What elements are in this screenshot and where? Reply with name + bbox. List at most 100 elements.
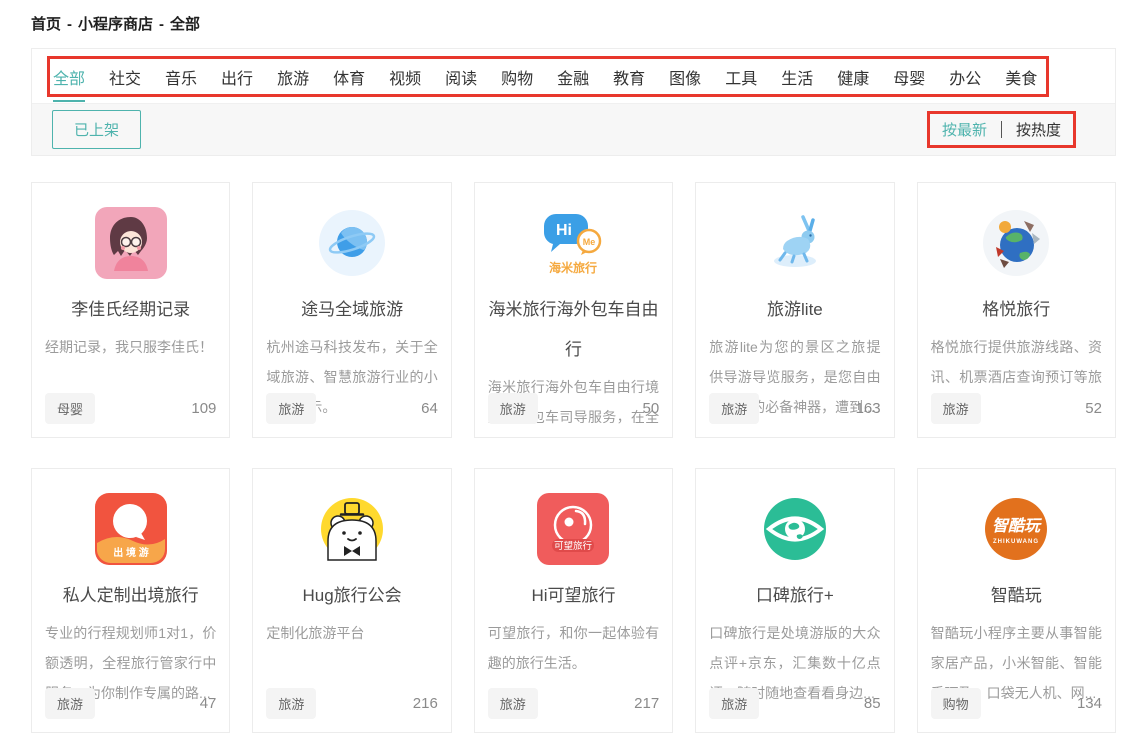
- sort-by-latest[interactable]: 按最新: [942, 119, 987, 140]
- app-card[interactable]: 口碑旅行+ 口碑旅行是处境游版的大众点评+京东，汇集数十亿点评，随时随地查看看身…: [695, 468, 894, 733]
- app-card[interactable]: 出 境 游 私人定制出境旅行 专业的行程规划师1对1，价额透明，全程旅行管家行中…: [31, 468, 230, 733]
- svg-text:智酷玩: 智酷玩: [992, 517, 1042, 535]
- filter-row: 已上架 按最新 按热度: [32, 103, 1115, 155]
- app-title[interactable]: 旅游lite: [709, 290, 880, 330]
- app-card[interactable]: 可望旅行 Hi可望旅行 可望旅行，和你一起体验有趣的旅行生活。 旅游 217: [474, 468, 673, 733]
- nav-category-maternity[interactable]: 母婴: [893, 50, 925, 102]
- kewang-red-icon: 可望旅行: [488, 492, 659, 566]
- app-description: 经期记录，我只服李佳氏！: [45, 332, 216, 362]
- card-footer: 旅游 163: [709, 393, 880, 424]
- filter-panel: 全部 社交 音乐 出行 旅游 体育 视频 阅读 购物 金融 教育 图像 工具 生…: [31, 48, 1116, 156]
- sort-separator: [1001, 121, 1002, 138]
- card-footer: 旅游 85: [709, 688, 880, 719]
- sort-by-hot[interactable]: 按热度: [1016, 119, 1061, 140]
- nav-category-reading[interactable]: 阅读: [445, 50, 477, 102]
- nav-category-office[interactable]: 办公: [949, 50, 981, 102]
- annotation-box-sort: 按最新 按热度: [927, 111, 1076, 148]
- card-footer: 旅游 216: [266, 688, 437, 719]
- svg-text:出 境 游: 出 境 游: [113, 546, 149, 559]
- bear-yellow-icon: [266, 492, 437, 566]
- category-tag[interactable]: 旅游: [709, 688, 759, 719]
- app-title[interactable]: 李佳氏经期记录: [45, 290, 216, 330]
- app-title[interactable]: 智酷玩: [931, 576, 1102, 616]
- svg-text:Hi: Hi: [556, 222, 572, 239]
- category-tag[interactable]: 旅游: [488, 688, 538, 719]
- app-description: 可望旅行，和你一起体验有趣的旅行生活。: [488, 618, 659, 678]
- app-description: 定制化旅游平台: [266, 618, 437, 648]
- app-title[interactable]: 私人定制出境旅行: [45, 576, 216, 616]
- outbound-bubble-icon: 出 境 游: [45, 492, 216, 566]
- breadcrumb-current: 全部: [170, 16, 200, 33]
- travel-globe-icon: [931, 206, 1102, 280]
- breadcrumb-separator: -: [159, 16, 164, 33]
- nav-category-music[interactable]: 音乐: [165, 50, 197, 102]
- nav-category-social[interactable]: 社交: [109, 50, 141, 102]
- app-title[interactable]: Hug旅行公会: [266, 576, 437, 616]
- breadcrumb-separator: -: [67, 16, 72, 33]
- nav-category-food[interactable]: 美食: [1005, 50, 1037, 102]
- app-title[interactable]: 格悦旅行: [931, 290, 1102, 330]
- eye-globe-green-icon: [709, 492, 880, 566]
- app-title[interactable]: 海米旅行海外包车自由行: [488, 290, 659, 370]
- nav-category-image[interactable]: 图像: [669, 50, 701, 102]
- app-card[interactable]: 旅游lite 旅游lite为您的景区之旅提供导游导览服务，是您自由行旅游的必备神…: [695, 182, 894, 438]
- girl-avatar-icon: [45, 206, 216, 280]
- app-card-grid: 李佳氏经期记录 经期记录，我只服李佳氏！ 母婴 109 途马全域旅游 杭州途马科…: [31, 182, 1116, 733]
- usage-count: 134: [1077, 695, 1102, 712]
- usage-count: 52: [1085, 400, 1102, 417]
- card-footer: 购物 134: [931, 688, 1102, 719]
- usage-count: 217: [634, 695, 659, 712]
- usage-count: 109: [191, 400, 216, 417]
- nav-category-transport[interactable]: 出行: [221, 50, 253, 102]
- nav-category-all[interactable]: 全部: [53, 50, 85, 102]
- nav-category-sports[interactable]: 体育: [333, 50, 365, 102]
- usage-count: 50: [643, 400, 660, 417]
- app-card[interactable]: 途马全域旅游 杭州途马科技发布，关于全域旅游、智慧旅游行业的小程序展示。 旅游 …: [252, 182, 451, 438]
- on-shelf-filter-button[interactable]: 已上架: [52, 110, 141, 149]
- app-card[interactable]: Hi Me 海米旅行 海米旅行海外包车自由行 海米旅行海外包车自由行境外旅游包车…: [474, 182, 673, 438]
- svg-text:海米旅行: 海米旅行: [549, 260, 597, 275]
- card-footer: 旅游 217: [488, 688, 659, 719]
- app-card[interactable]: 智酷玩 ZHIKUWANG 智酷玩 智酷玩小程序主要从事智能家居产品，小米智能、…: [917, 468, 1116, 733]
- nav-category-travel[interactable]: 旅游: [277, 50, 309, 102]
- card-footer: 母婴 109: [45, 393, 216, 424]
- category-tag[interactable]: 购物: [931, 688, 981, 719]
- breadcrumb-store[interactable]: 小程序商店: [78, 16, 153, 33]
- category-tag[interactable]: 旅游: [709, 393, 759, 424]
- app-card[interactable]: Hug旅行公会 定制化旅游平台 旅游 216: [252, 468, 451, 733]
- breadcrumb-home[interactable]: 首页: [31, 16, 61, 33]
- nav-category-shopping[interactable]: 购物: [501, 50, 533, 102]
- zhikuwan-orange-icon: 智酷玩 ZHIKUWANG: [931, 492, 1102, 566]
- card-footer: 旅游 52: [931, 393, 1102, 424]
- usage-count: 85: [864, 695, 881, 712]
- category-tag[interactable]: 旅游: [931, 393, 981, 424]
- breadcrumb: 首页-小程序商店-全部: [31, 13, 200, 34]
- category-tag[interactable]: 旅游: [266, 688, 316, 719]
- nav-category-tools[interactable]: 工具: [725, 50, 757, 102]
- nav-category-health[interactable]: 健康: [837, 50, 869, 102]
- app-title[interactable]: 口碑旅行+: [709, 576, 880, 616]
- category-tag[interactable]: 旅游: [488, 393, 538, 424]
- app-title[interactable]: 途马全域旅游: [266, 290, 437, 330]
- card-footer: 旅游 50: [488, 393, 659, 424]
- category-tag[interactable]: 母婴: [45, 393, 95, 424]
- app-card[interactable]: 李佳氏经期记录 经期记录，我只服李佳氏！ 母婴 109: [31, 182, 230, 438]
- usage-count: 47: [200, 695, 217, 712]
- category-tag[interactable]: 旅游: [266, 393, 316, 424]
- nav-category-life[interactable]: 生活: [781, 50, 813, 102]
- blue-rabbit-icon: [709, 206, 880, 280]
- app-card[interactable]: 格悦旅行 格悦旅行提供旅游线路、资讯、机票酒店查询预订等旅行服务。 旅游 52: [917, 182, 1116, 438]
- nav-category-education[interactable]: 教育: [613, 50, 645, 102]
- category-nav: 全部 社交 音乐 出行 旅游 体育 视频 阅读 购物 金融 教育 图像 工具 生…: [32, 49, 1115, 103]
- app-title[interactable]: Hi可望旅行: [488, 576, 659, 616]
- svg-text:ZHIKUWANG: ZHIKUWANG: [993, 539, 1039, 545]
- svg-text:Me: Me: [583, 237, 596, 247]
- category-tag[interactable]: 旅游: [45, 688, 95, 719]
- hi-me-bubble-icon: Hi Me 海米旅行: [488, 206, 659, 280]
- blue-planet-icon: [266, 206, 437, 280]
- usage-count: 163: [856, 400, 881, 417]
- card-footer: 旅游 47: [45, 688, 216, 719]
- nav-category-finance[interactable]: 金融: [557, 50, 589, 102]
- nav-category-video[interactable]: 视频: [389, 50, 421, 102]
- svg-text:可望旅行: 可望旅行: [554, 540, 593, 552]
